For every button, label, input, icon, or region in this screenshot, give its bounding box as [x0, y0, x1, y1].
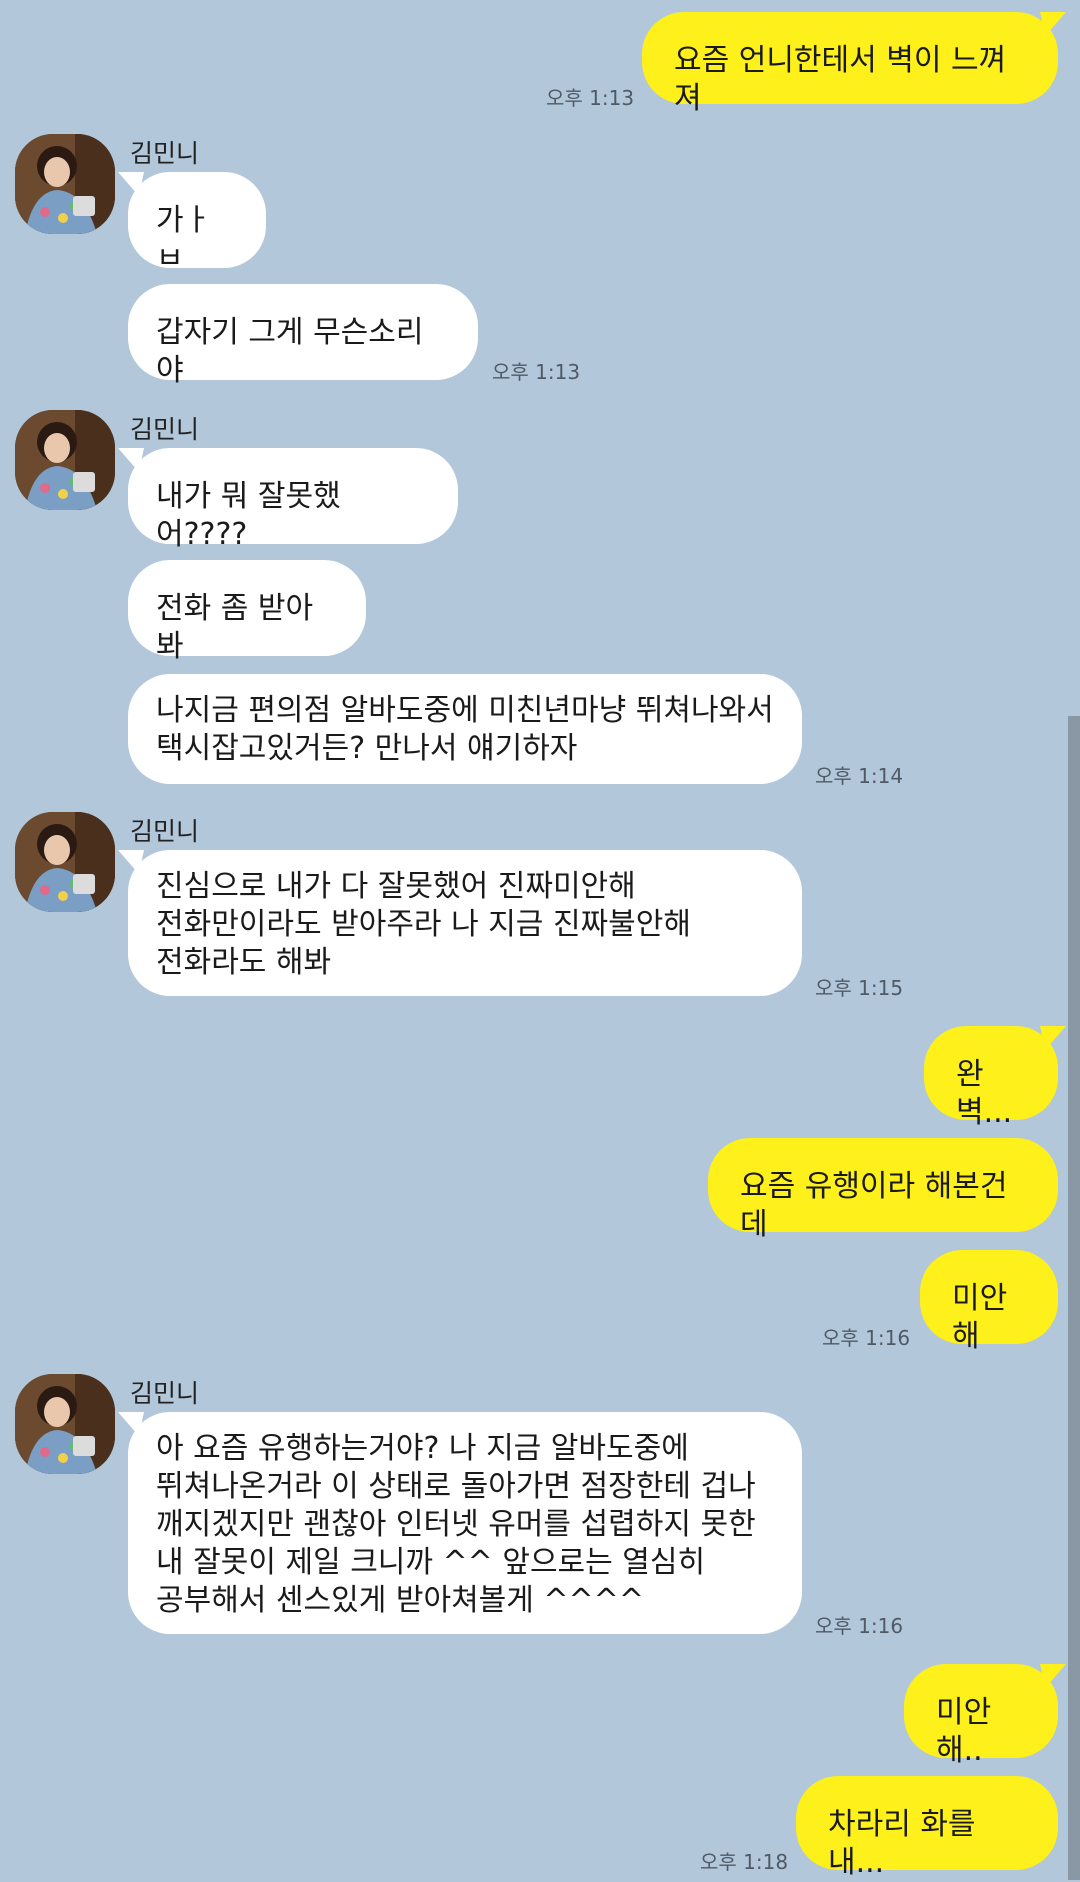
- message-time: 오후 1:13: [492, 360, 581, 384]
- message-time: 오후 1:14: [815, 764, 904, 788]
- profile-photo-icon: [15, 134, 115, 234]
- contact-name: 김민니: [130, 817, 200, 846]
- message-bubble-received[interactable]: 아 요즘 유행하는거야? 나 지금 알바도중에 뛰쳐나온거라 이 상태로 돌아가…: [128, 1412, 802, 1634]
- avatar[interactable]: [15, 1374, 115, 1474]
- profile-photo-icon: [15, 1374, 115, 1474]
- message-time: 오후 1:13: [546, 86, 635, 110]
- message-time: 오후 1:16: [815, 1614, 904, 1638]
- message-time: 오후 1:16: [822, 1326, 911, 1350]
- chat-area[interactable]: 요즘 언니한테서 벽이 느껴져 오후 1:13 김민니 가ㅏㅂ 갑자기 그게 무…: [0, 0, 1080, 1880]
- message-bubble-received[interactable]: 갑자기 그게 무슨소리야: [128, 284, 478, 388]
- message-bubble-sent[interactable]: 완벽...: [924, 1026, 1058, 1130]
- avatar[interactable]: [15, 812, 115, 912]
- message-time: 오후 1:15: [815, 976, 904, 1000]
- message-bubble-sent[interactable]: 미안해: [920, 1250, 1058, 1354]
- message-bubble-sent[interactable]: 요즘 유행이라 해본건데: [708, 1138, 1058, 1242]
- message-bubble-received[interactable]: 나지금 편의점 알바도중에 미친년마냥 뛰쳐나와서 택시잡고있거든? 만나서 얘…: [128, 674, 802, 784]
- message-bubble-received[interactable]: 내가 뭐 잘못했어????: [128, 448, 458, 552]
- message-bubble-received[interactable]: 전화 좀 받아봐: [128, 560, 366, 664]
- message-bubble-received[interactable]: 진심으로 내가 다 잘못했어 진짜미안해 전화만이라도 받아주라 나 지금 진짜…: [128, 850, 802, 996]
- contact-name: 김민니: [130, 1379, 200, 1408]
- profile-photo-icon: [15, 410, 115, 510]
- message-time: 오후 1:18: [700, 1850, 789, 1874]
- message-bubble-sent[interactable]: 미안해..: [904, 1664, 1058, 1768]
- message-bubble-received[interactable]: 가ㅏㅂ: [128, 172, 266, 276]
- message-bubble-sent[interactable]: 차라리 화를 내...: [796, 1776, 1058, 1880]
- profile-photo-icon: [15, 812, 115, 912]
- scrollbar[interactable]: [1068, 716, 1080, 1880]
- contact-name: 김민니: [130, 415, 200, 444]
- contact-name: 김민니: [130, 139, 200, 168]
- message-bubble-sent[interactable]: 요즘 언니한테서 벽이 느껴져: [642, 12, 1058, 116]
- avatar[interactable]: [15, 134, 115, 234]
- avatar[interactable]: [15, 410, 115, 510]
